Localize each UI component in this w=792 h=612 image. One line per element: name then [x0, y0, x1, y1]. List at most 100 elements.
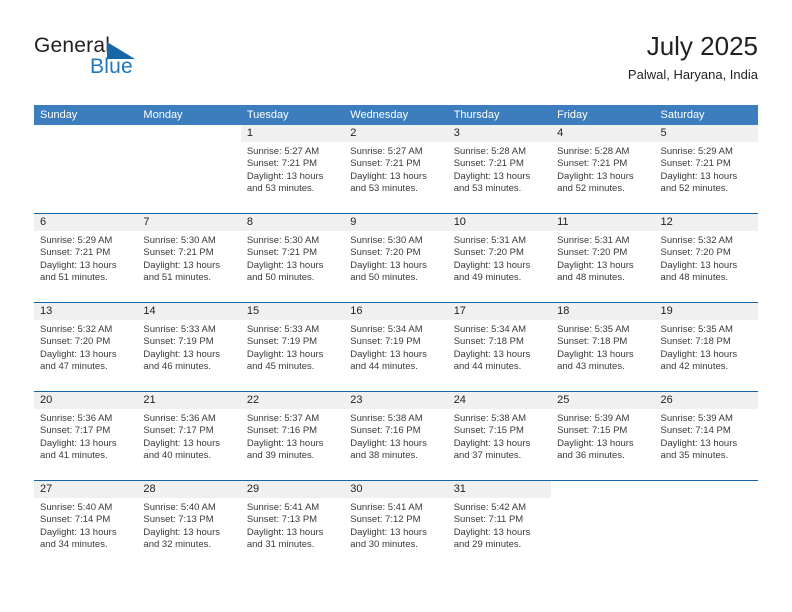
daylight-text-line2: and 53 minutes. [453, 183, 522, 195]
calendar-day-cell[interactable]: 31 Sunrise: 5:42 AM Sunset: 7:11 PM Dayligh… [447, 481, 552, 569]
calendar-day-cell[interactable]: 9 Sunrise: 5:30 AM Sunset: 7:20 PM Daylight… [344, 214, 448, 302]
daylight-text-line2: and 30 minutes. [350, 539, 418, 551]
day-number: 17 [453, 305, 466, 317]
sunrise-text: Sunrise: 5:38 AM [453, 413, 527, 424]
daylight-text-line2: and 32 minutes. [143, 539, 212, 551]
day-number: 4 [557, 127, 564, 139]
sunrise-text: Sunrise: 5:38 AM [350, 413, 423, 424]
sunset-text: Sunset: 7:20 PM [350, 247, 421, 259]
day-number: 15 [246, 305, 260, 317]
day-number-band: 11 [551, 214, 655, 231]
day-number-band: 12 [654, 214, 758, 231]
calendar-day-cell[interactable]: 13 Sunrise: 5:32 AM Sunset: 7:20 PM Dayligh… [34, 303, 138, 391]
sunset-text: Sunset: 7:14 PM [660, 425, 731, 437]
calendar-day-cell[interactable]: 24 Sunrise: 5:38 AM Sunset: 7:15 PM Dayligh… [447, 392, 552, 480]
calendar-day-cell[interactable]: 15 Sunrise: 5:33 AM Sunset: 7:19 PM Dayligh… [240, 303, 345, 391]
general-blue-logo[interactable]: General Blue [34, 34, 254, 90]
sunset-text: Sunset: 7:17 PM [40, 425, 111, 437]
day-number-band: 5 [654, 125, 758, 142]
day-sun-info: Sunrise: 5:41 AM Sunset: 7:12 PM Daylight:… [344, 498, 447, 552]
day-number: 27 [40, 483, 53, 495]
day-number-band [137, 125, 240, 142]
calendar-day-cell[interactable]: 2 Sunrise: 5:27 AM Sunset: 7:21 PM Daylight… [344, 125, 448, 213]
day-number-band [34, 125, 137, 142]
sunrise-text: Sunrise: 5:31 AM [453, 235, 527, 246]
calendar-day-cell[interactable]: 27 Sunrise: 5:40 AM Sunset: 7:14 PM Dayligh… [34, 481, 138, 569]
daylight-text-line1: Daylight: 13 hours [246, 526, 324, 538]
day-number: 8 [246, 216, 253, 228]
weekday-header-thursday: Thursday [453, 109, 500, 121]
calendar-day-cell[interactable]: 23 Sunrise: 5:38 AM Sunset: 7:16 PM Dayligh… [344, 392, 448, 480]
calendar-day-cell[interactable]: 8 Sunrise: 5:30 AM Sunset: 7:21 PM Daylight… [240, 214, 345, 302]
daylight-text-line2: and 53 minutes. [246, 183, 315, 195]
daylight-text-line1: Daylight: 13 hours [40, 437, 117, 449]
calendar-day-cell[interactable]: 1 Sunrise: 5:27 AM Sunset: 7:21 PM Daylight… [240, 125, 345, 213]
day-sun-info: Sunrise: 5:32 AM Sunset: 7:20 PM Daylight:… [34, 320, 137, 374]
calendar-day-cell[interactable]: 12 Sunrise: 5:32 AM Sunset: 7:20 PM Dayligh… [654, 214, 758, 302]
day-number-band: 25 [551, 392, 655, 409]
calendar-week-row: 6 Sunrise: 5:29 AM Sunset: 7:21 PM Daylight… [34, 213, 758, 302]
sunset-text: Sunset: 7:21 PM [40, 247, 111, 259]
day-number: 30 [350, 483, 363, 495]
daylight-text-line1: Daylight: 13 hours [660, 170, 738, 182]
day-number: 31 [453, 483, 466, 495]
daylight-text-line2: and 48 minutes. [660, 272, 729, 284]
daylight-text-line2: and 45 minutes. [246, 361, 315, 373]
calendar-day-cell[interactable]: 7 Sunrise: 5:30 AM Sunset: 7:21 PM Daylight… [137, 214, 241, 302]
sunrise-text: Sunrise: 5:27 AM [350, 146, 423, 157]
calendar-day-cell[interactable]: 25 Sunrise: 5:39 AM Sunset: 7:15 PM Dayligh… [551, 392, 655, 480]
calendar-day-cell[interactable]: 11 Sunrise: 5:31 AM Sunset: 7:20 PM Dayligh… [551, 214, 655, 302]
calendar-week-row: 13 Sunrise: 5:32 AM Sunset: 7:20 PM Dayligh… [34, 302, 758, 391]
weekday-header-row: Sunday Monday Tuesday Wednesday Thursday… [34, 105, 758, 125]
calendar-day-cell[interactable]: 29 Sunrise: 5:41 AM Sunset: 7:13 PM Dayligh… [240, 481, 345, 569]
calendar-day-cell[interactable]: 5 Sunrise: 5:29 AM Sunset: 7:21 PM Daylight… [654, 125, 758, 213]
day-number: 25 [557, 394, 570, 406]
sunrise-text: Sunrise: 5:34 AM [453, 324, 527, 335]
calendar-day-cell[interactable]: 3 Sunrise: 5:28 AM Sunset: 7:21 PM Daylight… [447, 125, 552, 213]
day-number: 10 [453, 216, 466, 228]
sunrise-text: Sunrise: 5:30 AM [350, 235, 423, 246]
day-number-band [655, 481, 758, 498]
calendar-day-cell[interactable]: 10 Sunrise: 5:31 AM Sunset: 7:20 PM Dayligh… [447, 214, 552, 302]
daylight-text-line2: and 47 minutes. [40, 361, 108, 373]
sunrise-text: Sunrise: 5:39 AM [557, 413, 630, 424]
calendar-day-cell[interactable]: 17 Sunrise: 5:34 AM Sunset: 7:18 PM Dayligh… [447, 303, 552, 391]
calendar-day-cell[interactable]: 28 Sunrise: 5:40 AM Sunset: 7:13 PM Dayligh… [137, 481, 241, 569]
day-number: 20 [40, 394, 53, 406]
day-number: 26 [660, 394, 673, 406]
day-number-band: 8 [240, 214, 345, 231]
sunset-text: Sunset: 7:18 PM [557, 336, 628, 348]
calendar-day-cell[interactable]: 30 Sunrise: 5:41 AM Sunset: 7:12 PM Dayligh… [344, 481, 448, 569]
sunrise-text: Sunrise: 5:36 AM [40, 413, 113, 424]
calendar-day-cell[interactable]: 22 Sunrise: 5:37 AM Sunset: 7:16 PM Dayligh… [240, 392, 345, 480]
weekday-header-monday: Monday [143, 109, 183, 121]
day-number: 16 [350, 305, 363, 317]
day-sun-info: Sunrise: 5:36 AM Sunset: 7:17 PM Daylight:… [137, 409, 240, 463]
calendar-day-cell[interactable]: 16 Sunrise: 5:34 AM Sunset: 7:19 PM Dayligh… [344, 303, 448, 391]
day-number: 11 [557, 216, 569, 228]
calendar-day-cell[interactable]: 18 Sunrise: 5:35 AM Sunset: 7:18 PM Dayligh… [551, 303, 655, 391]
daylight-text-line2: and 50 minutes. [350, 272, 418, 284]
calendar-day-cell[interactable]: 19 Sunrise: 5:35 AM Sunset: 7:18 PM Dayligh… [654, 303, 758, 391]
calendar-day-cell[interactable]: 14 Sunrise: 5:33 AM Sunset: 7:19 PM Dayligh… [137, 303, 241, 391]
daylight-text-line1: Daylight: 13 hours [143, 348, 220, 360]
daylight-text-line1: Daylight: 13 hours [350, 348, 427, 360]
calendar-day-cell-empty [654, 481, 758, 569]
daylight-text-line1: Daylight: 13 hours [557, 259, 634, 271]
day-number-band: 6 [34, 214, 138, 231]
calendar-day-cell[interactable]: 26 Sunrise: 5:39 AM Sunset: 7:14 PM Dayligh… [654, 392, 758, 480]
calendar-day-cell[interactable]: 4 Sunrise: 5:28 AM Sunset: 7:21 PM Daylight… [551, 125, 655, 213]
day-number: 6 [40, 216, 47, 228]
sunset-text: Sunset: 7:19 PM [246, 336, 318, 348]
calendar-day-cell[interactable]: 6 Sunrise: 5:29 AM Sunset: 7:21 PM Daylight… [34, 214, 138, 302]
sunrise-text: Sunrise: 5:39 AM [660, 413, 733, 424]
calendar-day-cell[interactable]: 21 Sunrise: 5:36 AM Sunset: 7:17 PM Dayligh… [137, 392, 241, 480]
daylight-text-line2: and 51 minutes. [40, 272, 108, 284]
day-number-band: 20 [34, 392, 138, 409]
sunset-text: Sunset: 7:13 PM [143, 514, 214, 526]
day-sun-info: Sunrise: 5:30 AM Sunset: 7:21 PM Daylight:… [241, 231, 344, 285]
sunrise-text: Sunrise: 5:29 AM [660, 146, 733, 157]
daylight-text-line2: and 44 minutes. [453, 361, 522, 373]
calendar-day-cell[interactable]: 20 Sunrise: 5:36 AM Sunset: 7:17 PM Dayligh… [34, 392, 138, 480]
day-sun-info: Sunrise: 5:29 AM Sunset: 7:21 PM Daylight:… [655, 142, 758, 196]
